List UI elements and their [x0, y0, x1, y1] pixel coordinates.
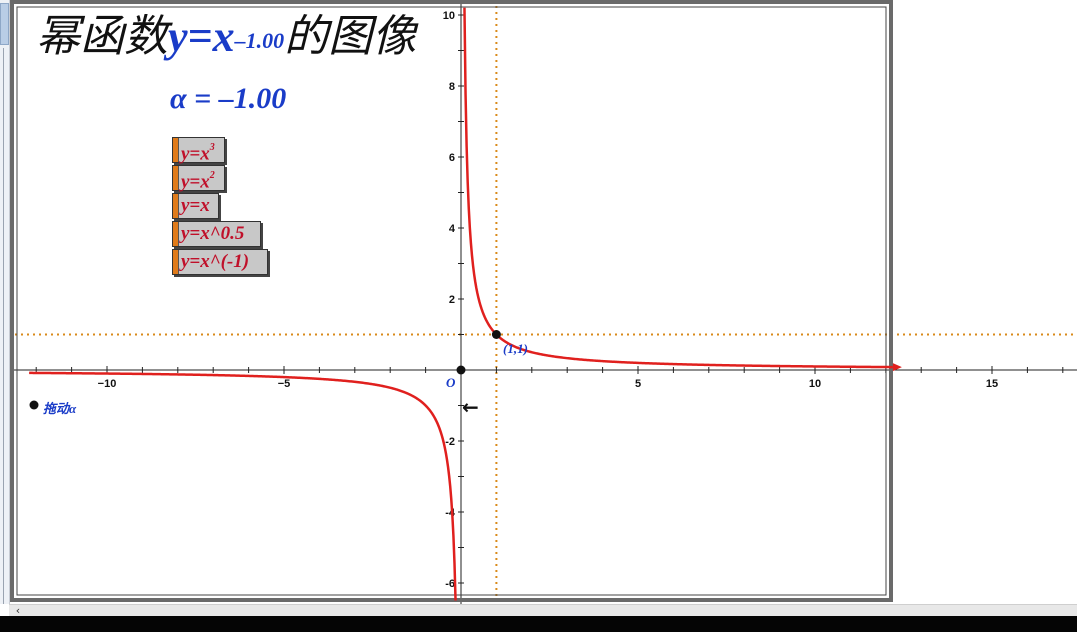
arrow-left-icon[interactable]: ← — [462, 396, 479, 418]
origin-label: O — [446, 375, 456, 390]
button-label: y=x3 — [181, 142, 215, 165]
button-stripe — [173, 166, 179, 190]
button-square[interactable]: y=x2 — [172, 165, 225, 193]
button-label: y=x^(-1) — [181, 251, 250, 272]
title-function-base: y=x — [168, 12, 235, 61]
button-stripe — [173, 250, 179, 274]
button-cube[interactable]: y=x3 — [172, 137, 225, 165]
button-label: y=x — [181, 195, 210, 216]
bottom-bar — [0, 616, 1077, 632]
left-panel-strip — [0, 0, 10, 604]
button-reciprocal[interactable]: y=x^(-1) — [172, 249, 268, 275]
y-tick-label: -6 — [445, 578, 455, 590]
y-tick-label: -4 — [445, 507, 456, 519]
page-title: 幂函数y=x–1.00的图像 — [36, 8, 416, 66]
panel-divider — [3, 48, 4, 604]
y-tick-label: 2 — [449, 294, 455, 306]
x-tick-label: −5 — [278, 378, 291, 390]
y-tick-label: 4 — [449, 223, 456, 235]
drag-alpha-point[interactable] — [29, 400, 39, 410]
y-tick-label: 8 — [449, 81, 455, 93]
scroll-left-icon[interactable]: ‹ — [11, 605, 25, 616]
function-graph[interactable]: −10 −5 5 10 15 -6 -4 -2 2 4 6 8 10 — [0, 0, 1077, 604]
alpha-value-display: α = –1.00 — [170, 82, 287, 115]
panel-tab[interactable] — [0, 3, 9, 45]
y-tick-label: -2 — [445, 436, 455, 448]
point-one-one[interactable] — [491, 330, 501, 339]
x-tick-label: 10 — [809, 378, 821, 390]
curve-negative-branch — [29, 371, 457, 601]
geometry-canvas[interactable]: −10 −5 5 10 15 -6 -4 -2 2 4 6 8 10 幂函数y=x–1.00的图像 α … — [0, 0, 1077, 632]
title-function-exponent: –1.00 — [234, 28, 285, 53]
point-label: (1,1) — [503, 341, 528, 356]
curve-positive-branch — [463, 7, 893, 369]
y-tick-label: 10 — [443, 10, 455, 22]
button-sqrt[interactable]: y=x^0.5 — [172, 221, 261, 247]
button-stripe — [173, 222, 179, 246]
button-stripe — [173, 138, 179, 162]
x-tick-label: 15 — [986, 378, 998, 390]
button-label: y=x2 — [181, 170, 215, 193]
button-label: y=x^0.5 — [181, 223, 245, 244]
drag-alpha-label: 拖动α — [43, 401, 77, 416]
origin-point[interactable] — [456, 365, 466, 375]
title-suffix: 的图像 — [284, 12, 417, 61]
title-prefix: 幂函数 — [36, 12, 168, 61]
x-tick-label: 5 — [635, 378, 641, 390]
button-linear[interactable]: y=x — [172, 193, 219, 219]
button-stripe — [173, 194, 179, 218]
title-function: y=x–1.00 — [168, 12, 284, 61]
y-tick-label: 6 — [449, 152, 455, 164]
x-tick-label: −10 — [98, 378, 117, 390]
